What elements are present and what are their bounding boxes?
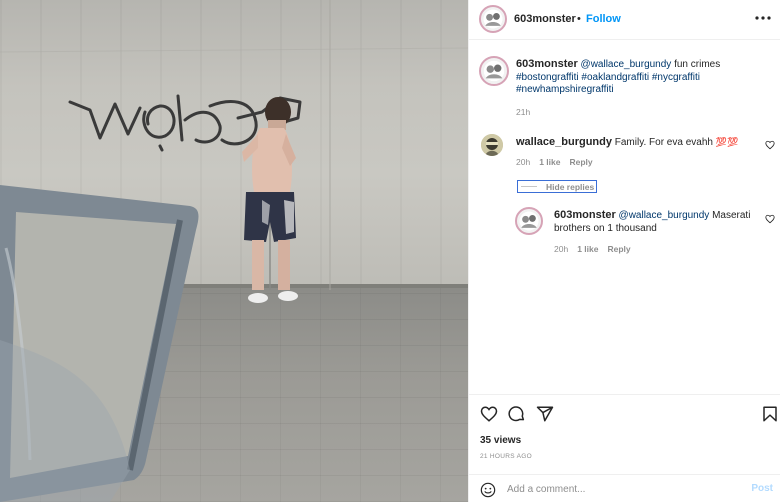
comment-reply-button[interactable]: Reply — [569, 157, 592, 167]
post-actions: 35 views 21 HOURS AGO — [469, 394, 780, 474]
comment-heart-icon[interactable] — [765, 140, 775, 150]
comments-section[interactable]: 603monster @wallace_burgundy fun crimes … — [469, 41, 780, 394]
comment-text: Family. For eva evahh — [614, 137, 716, 148]
hashtag[interactable]: #bostongraffiti — [516, 72, 579, 83]
smiley-icon[interactable] — [480, 482, 496, 498]
caption-username[interactable]: 603monster — [516, 58, 578, 70]
comment-time[interactable]: 20h — [516, 157, 530, 167]
commenter-avatar[interactable] — [481, 134, 503, 156]
reply-meta: 20h 1 like Reply — [554, 244, 631, 254]
reply-username[interactable]: 603monster — [554, 209, 616, 221]
post-header: 603monster • Follow — [469, 0, 780, 40]
reply-body: 603monster @wallace_burgundy Maserati br… — [554, 209, 754, 235]
caption-avatar[interactable] — [479, 56, 509, 86]
caption-timestamp[interactable]: 21h — [516, 107, 530, 117]
separator-dot: • — [577, 13, 581, 25]
post-timestamp[interactable]: 21 HOURS AGO — [480, 453, 532, 460]
comment-input[interactable] — [507, 481, 737, 497]
reply-reply-button[interactable]: Reply — [607, 244, 630, 254]
hundred-emoji: 💯💯 — [715, 137, 739, 147]
hide-replies-label: Hide replies — [546, 182, 595, 192]
hashtag[interactable]: #newhampshiregraffiti — [516, 84, 614, 95]
more-dots-icon[interactable] — [753, 8, 773, 28]
scene-illustration — [0, 0, 468, 502]
reply-likes[interactable]: 1 like — [577, 244, 598, 254]
heart-icon[interactable] — [480, 405, 498, 423]
author-username[interactable]: 603monster — [514, 13, 576, 25]
views-count[interactable]: 35 views — [480, 435, 521, 446]
reply-heart-icon[interactable] — [765, 214, 775, 224]
bookmark-icon[interactable] — [761, 405, 779, 423]
paper-plane-icon[interactable] — [536, 405, 554, 423]
hashtag[interactable]: #oaklandgraffiti — [581, 72, 649, 83]
comment-meta: 20h 1 like Reply — [516, 157, 593, 167]
hide-replies-button[interactable]: Hide replies — [517, 180, 597, 193]
reply-avatar[interactable] — [515, 207, 543, 235]
hashtag[interactable]: #nycgraffiti — [652, 72, 700, 83]
caption-mention[interactable]: @wallace_burgundy — [581, 59, 672, 70]
comment-body: wallace_burgundy Family. For eva evahh 💯… — [516, 136, 756, 150]
car-door — [0, 185, 199, 502]
caption-text: fun crimes — [671, 59, 721, 70]
comment-composer: Post — [469, 474, 780, 502]
post-caption: 603monster @wallace_burgundy fun crimes … — [516, 58, 756, 97]
follow-button[interactable]: Follow — [586, 13, 621, 25]
post-media[interactable] — [0, 0, 468, 502]
reply-mention[interactable]: @wallace_burgundy — [619, 210, 710, 221]
comment-likes[interactable]: 1 like — [539, 157, 560, 167]
post-comment-button[interactable]: Post — [751, 483, 773, 494]
author-avatar[interactable] — [479, 5, 507, 33]
comment-bubble-icon[interactable] — [508, 405, 526, 423]
post-side-panel: 603monster • Follow 603monster @wallace_… — [468, 0, 780, 502]
replies-divider-line — [521, 186, 537, 187]
reply-time[interactable]: 20h — [554, 244, 568, 254]
comment-username[interactable]: wallace_burgundy — [516, 136, 612, 148]
